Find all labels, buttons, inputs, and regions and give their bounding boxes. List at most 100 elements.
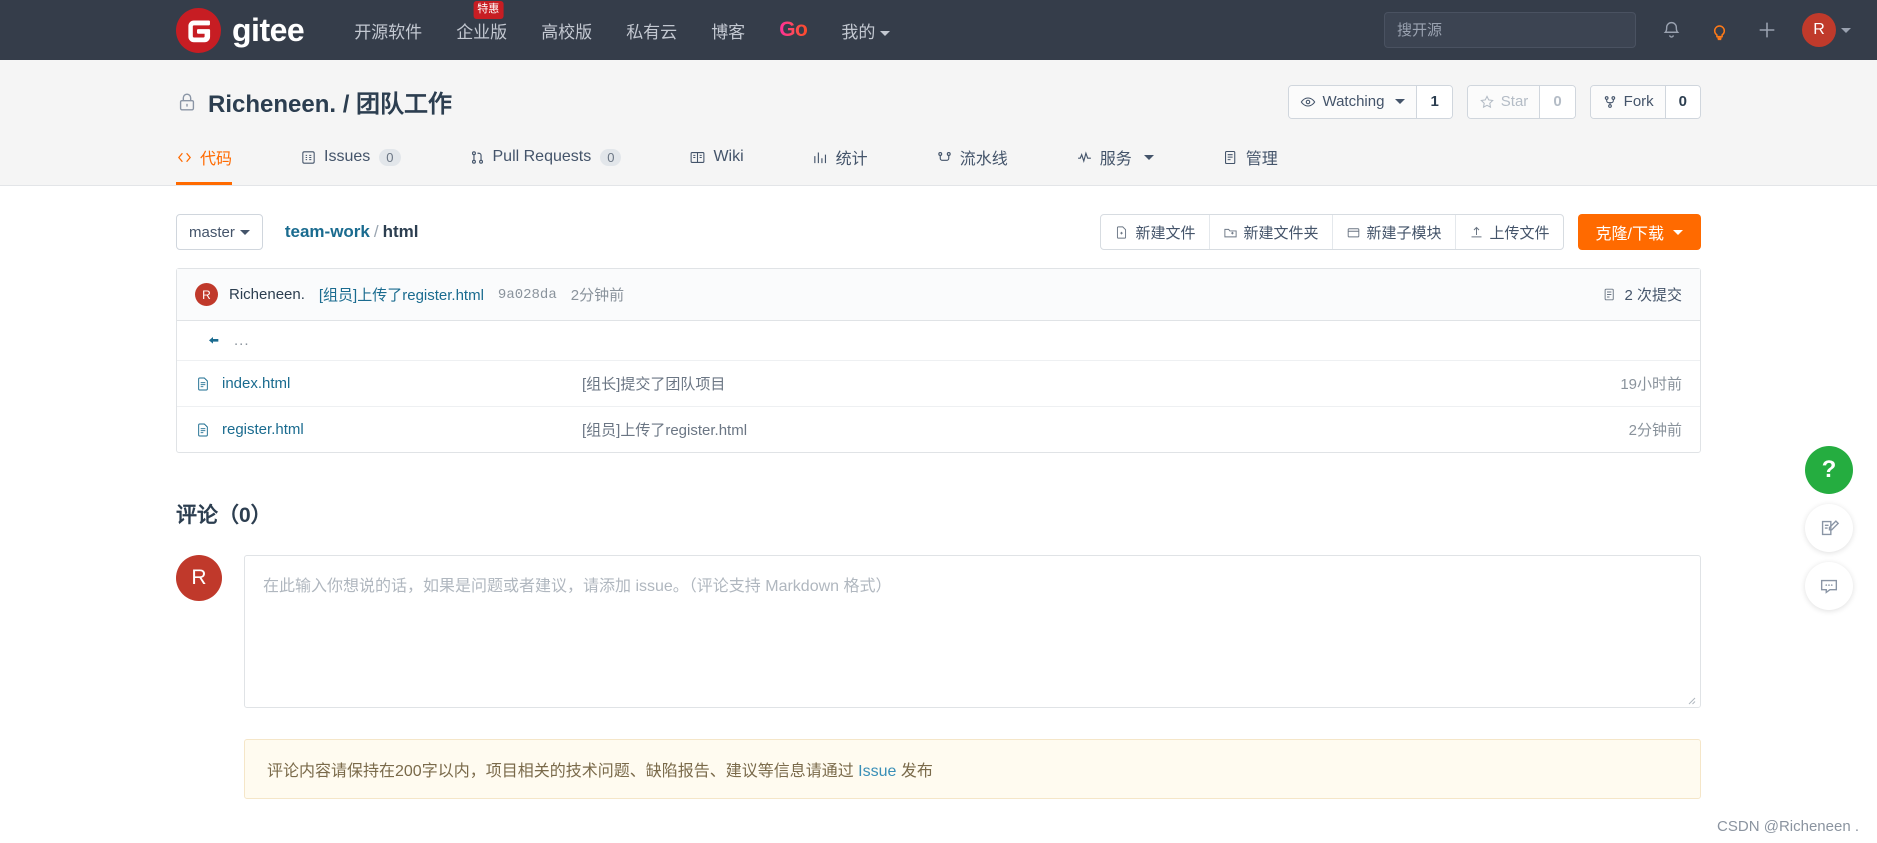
fork-button-group[interactable]: Fork 0 xyxy=(1589,84,1701,119)
branch-label: master xyxy=(189,223,235,241)
tab-manage[interactable]: 管理 xyxy=(1222,133,1278,185)
lock-icon xyxy=(176,91,198,113)
gitee-brand[interactable]: gitee xyxy=(176,7,305,53)
star-icon xyxy=(1479,94,1494,108)
lightbulb-icon[interactable] xyxy=(1706,17,1732,43)
comment-input[interactable] xyxy=(244,555,1701,708)
tab-pull-requests[interactable]: Pull Requests 0 xyxy=(469,133,622,185)
breadcrumb-current: html xyxy=(382,222,419,241)
comments-section: 评论（0） R 评论内容请保持在200字以内，项目相关的技术问题、缺陷报告、建议… xyxy=(176,453,1701,799)
navbar-right-group: R xyxy=(1384,12,1851,48)
main-nav-links: 开源软件 特惠 企业版 高校版 私有云 博客 Go 我的 xyxy=(354,0,891,43)
nav-link-label: 博客 xyxy=(711,22,746,42)
commit-time: 2分钟前 xyxy=(570,287,625,304)
tab-services[interactable]: 服务 xyxy=(1076,133,1154,185)
branch-selector[interactable]: master xyxy=(176,214,263,250)
watermark: CSDN @Richeneen . xyxy=(1717,818,1859,835)
nav-link-opensource[interactable]: 开源软件 xyxy=(354,18,422,43)
file-name[interactable]: register.html xyxy=(222,421,582,438)
help-icon[interactable]: ? xyxy=(1805,446,1853,494)
file-commit-message: [组长]提交了团队项目 xyxy=(582,376,726,393)
star-label: Star xyxy=(1500,93,1529,110)
fork-button[interactable]: Fork xyxy=(1590,85,1665,118)
tab-label: 流水线 xyxy=(959,151,1008,168)
tab-wiki[interactable]: Wiki xyxy=(689,133,744,185)
user-menu[interactable]: R xyxy=(1802,13,1851,47)
commit-sha[interactable]: 9a028da xyxy=(498,287,557,303)
new-folder-button[interactable]: 新建文件夹 xyxy=(1210,215,1333,249)
watch-count: 1 xyxy=(1416,85,1452,118)
new-submodule-button[interactable]: 新建子模块 xyxy=(1333,215,1456,249)
tab-label: Pull Requests xyxy=(492,148,592,165)
breadcrumb-root[interactable]: team-work xyxy=(285,222,370,241)
fork-label: Fork xyxy=(1623,93,1654,110)
service-icon xyxy=(1077,150,1091,163)
arrow-back-icon xyxy=(209,336,219,344)
nav-link-privatecloud[interactable]: 私有云 xyxy=(626,18,677,43)
tab-label: 管理 xyxy=(1245,151,1278,168)
avatar: R xyxy=(176,555,222,601)
chevron-down-icon xyxy=(1841,27,1851,33)
chevron-down-icon xyxy=(239,229,250,235)
chevron-down-icon xyxy=(1673,229,1683,235)
page-title: Richeneen. / 团队工作 xyxy=(208,91,453,118)
tab-count: 0 xyxy=(379,148,401,166)
chat-icon[interactable] xyxy=(1805,562,1853,610)
nav-link-label: 开源软件 xyxy=(354,22,423,42)
new-file-button[interactable]: 新建文件 xyxy=(1101,215,1210,249)
comment-textarea-wrap xyxy=(244,555,1701,713)
breadcrumb-separator: / xyxy=(373,222,379,241)
gitee-logo-icon xyxy=(176,7,221,53)
tab-label: 统计 xyxy=(835,151,868,168)
fork-count: 0 xyxy=(1664,85,1700,118)
tab-code[interactable]: 代码 xyxy=(176,133,233,185)
tab-statistics[interactable]: 统计 xyxy=(812,133,868,185)
nav-link-label: 我的 xyxy=(841,22,876,42)
tab-pipeline[interactable]: 流水线 xyxy=(936,133,1008,185)
nav-link-education[interactable]: 高校版 xyxy=(541,18,592,43)
file-commit-message: [组员]上传了register.html xyxy=(582,422,748,439)
issue-link[interactable]: Issue xyxy=(858,763,896,780)
button-label: 新建子模块 xyxy=(1366,224,1442,242)
nav-link-mine[interactable]: 我的 xyxy=(841,18,891,43)
file-toolbar: master team-work / html 新建文件 新建文件夹 新建子模块… xyxy=(176,186,1701,268)
file-name[interactable]: index.html xyxy=(222,375,582,392)
file-icon xyxy=(195,376,211,392)
tab-label: 代码 xyxy=(200,151,233,168)
breadcrumb: team-work / html xyxy=(285,222,419,242)
watch-button[interactable]: Watching xyxy=(1289,85,1417,118)
tab-label: Issues xyxy=(324,148,371,165)
parent-directory-row[interactable]: ... xyxy=(177,321,1700,361)
tab-label: 服务 xyxy=(1099,151,1132,168)
commit-message[interactable]: [组员]上传了register.html xyxy=(319,284,484,305)
plus-icon[interactable] xyxy=(1754,17,1780,43)
table-row[interactable]: index.html [组长]提交了团队项目 19小时前 xyxy=(177,361,1700,407)
clone-download-button[interactable]: 克隆/下载 xyxy=(1577,214,1701,250)
floating-action-stack: ? xyxy=(1805,446,1853,610)
tab-issues[interactable]: Issues 0 xyxy=(300,133,401,185)
tab-label: Wiki xyxy=(713,148,744,165)
commit-author[interactable]: Richeneen. xyxy=(229,286,305,303)
file-time: 19小时前 xyxy=(1620,376,1682,393)
search-input[interactable] xyxy=(1384,12,1636,48)
new-submodule-icon xyxy=(1347,227,1359,237)
bell-icon[interactable] xyxy=(1658,17,1684,43)
main-content: master team-work / html 新建文件 新建文件夹 新建子模块… xyxy=(0,186,1877,799)
nav-link-label: 企业版 xyxy=(456,22,508,42)
upload-file-button[interactable]: 上传文件 xyxy=(1456,215,1563,249)
new-file-icon xyxy=(1117,225,1127,239)
commit-count-link[interactable]: 2 次提交 xyxy=(1602,284,1682,305)
nav-link-blog[interactable]: 博客 xyxy=(711,18,745,43)
star-button[interactable]: Star xyxy=(1467,85,1540,118)
chart-icon xyxy=(813,152,826,163)
nav-link-enterprise[interactable]: 特惠 企业版 xyxy=(456,0,508,43)
avatar: R xyxy=(1802,13,1836,47)
table-row[interactable]: register.html [组员]上传了register.html 2分钟前 xyxy=(177,407,1700,452)
star-button-group[interactable]: Star 0 xyxy=(1466,84,1576,119)
gitee-brand-text: gitee xyxy=(232,12,305,48)
wiki-icon xyxy=(691,151,705,163)
nav-link-go[interactable]: Go xyxy=(779,18,808,42)
new-folder-icon xyxy=(1223,228,1237,237)
feedback-edit-icon[interactable] xyxy=(1805,504,1853,552)
watch-button-group[interactable]: Watching 1 xyxy=(1288,84,1453,119)
